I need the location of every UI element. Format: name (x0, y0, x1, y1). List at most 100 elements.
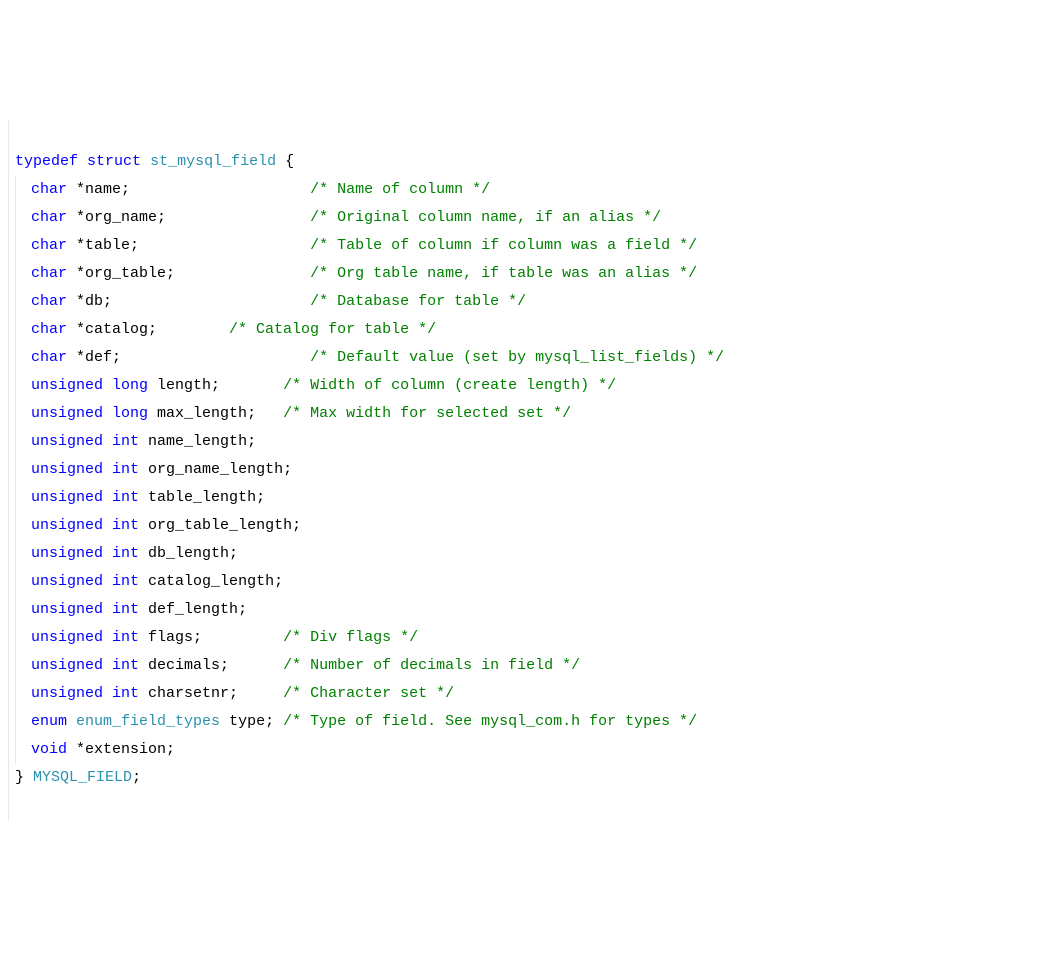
keyword: char (31, 349, 67, 366)
brace-open: { (276, 153, 294, 170)
identifier: org_name_length; (139, 461, 292, 478)
code-line: char *org_table; /* Org table name, if t… (15, 260, 1034, 288)
keyword: int (112, 629, 139, 646)
identifier: *org_name; (67, 209, 166, 226)
brace-close: } (15, 769, 24, 786)
keyword: enum (31, 713, 67, 730)
keyword: char (31, 321, 67, 338)
code-line: char *db; /* Database for table */ (15, 288, 1034, 316)
struct-body: char *name; /* Name of column */char *or… (9, 176, 1034, 764)
comment: /* Width of column (create length) */ (283, 377, 616, 394)
padding (202, 629, 283, 646)
keyword: int (112, 657, 139, 674)
identifier: *extension; (67, 741, 175, 758)
keyword-struct: struct (87, 153, 141, 170)
keyword: unsigned (31, 657, 103, 674)
keyword: int (112, 433, 139, 450)
code-line: unsigned int charsetnr; /* Character set… (15, 680, 1034, 708)
keyword: unsigned (31, 405, 103, 422)
comment: /* Name of column */ (310, 181, 490, 198)
identifier: name_length; (139, 433, 256, 450)
identifier: org_table_length; (139, 517, 301, 534)
keyword: char (31, 181, 67, 198)
keyword: int (112, 573, 139, 590)
padding (112, 293, 310, 310)
identifier: *catalog; (67, 321, 157, 338)
identifier: def_length; (139, 601, 247, 618)
comment: /* Character set */ (283, 685, 454, 702)
type-name: st_mysql_field (150, 153, 276, 170)
padding (229, 657, 283, 674)
identifier: *name; (67, 181, 130, 198)
code-block: typedef struct st_mysql_field {char *nam… (8, 120, 1034, 820)
identifier: catalog_length; (139, 573, 283, 590)
keyword: unsigned (31, 377, 103, 394)
keyword: unsigned (31, 629, 103, 646)
keyword: char (31, 265, 67, 282)
code-line: unsigned long max_length; /* Max width f… (15, 400, 1034, 428)
keyword: char (31, 237, 67, 254)
comment: /* Table of column if column was a field… (310, 237, 697, 254)
identifier: table_length; (139, 489, 265, 506)
code-line: char *catalog; /* Catalog for table */ (15, 316, 1034, 344)
comment: /* Default value (set by mysql_list_fiel… (310, 349, 724, 366)
code-line: char *table; /* Table of column if colum… (15, 232, 1034, 260)
code-line: unsigned int decimals; /* Number of deci… (15, 652, 1034, 680)
comment: /* Database for table */ (310, 293, 526, 310)
identifier: max_length; (148, 405, 256, 422)
comment: /* Org table name, if table was an alias… (310, 265, 697, 282)
keyword: unsigned (31, 545, 103, 562)
comment: /* Type of field. See mysql_com.h for ty… (283, 713, 697, 730)
keyword: long (112, 377, 148, 394)
identifier: type; (220, 713, 274, 730)
code-line: enum enum_field_types type; /* Type of f… (15, 708, 1034, 736)
keyword: unsigned (31, 685, 103, 702)
keyword: unsigned (31, 573, 103, 590)
identifier: length; (148, 377, 220, 394)
code-line: unsigned int db_length; (15, 540, 1034, 568)
identifier: *table; (67, 237, 139, 254)
identifier: *db; (67, 293, 112, 310)
padding (238, 685, 283, 702)
comment: /* Catalog for table */ (229, 321, 436, 338)
padding (139, 237, 310, 254)
keyword: unsigned (31, 489, 103, 506)
identifier: db_length; (139, 545, 238, 562)
keyword: unsigned (31, 433, 103, 450)
code-line: unsigned int org_table_length; (15, 512, 1034, 540)
padding (274, 713, 283, 730)
padding (220, 377, 283, 394)
code-line: unsigned int catalog_length; (15, 568, 1034, 596)
code-line: char *org_name; /* Original column name,… (15, 204, 1034, 232)
keyword: char (31, 209, 67, 226)
identifier: decimals; (139, 657, 229, 674)
keyword: int (112, 461, 139, 478)
code-line: unsigned int def_length; (15, 596, 1034, 624)
keyword: char (31, 293, 67, 310)
padding (256, 405, 283, 422)
identifier: flags; (139, 629, 202, 646)
code-line-close: } MYSQL_FIELD; (9, 764, 1034, 792)
padding (175, 265, 310, 282)
identifier: charsetnr; (139, 685, 238, 702)
code-line: unsigned long length; /* Width of column… (15, 372, 1034, 400)
code-line: char *name; /* Name of column */ (15, 176, 1034, 204)
code-line: unsigned int table_length; (15, 484, 1034, 512)
keyword: unsigned (31, 461, 103, 478)
comment: /* Max width for selected set */ (283, 405, 571, 422)
type-name: enum_field_types (76, 713, 220, 730)
code-line: unsigned int name_length; (15, 428, 1034, 456)
code-line: void *extension; (15, 736, 1034, 764)
keyword: int (112, 489, 139, 506)
keyword: long (112, 405, 148, 422)
keyword: void (31, 741, 67, 758)
identifier: *org_table; (67, 265, 175, 282)
type-alias: MYSQL_FIELD (33, 769, 132, 786)
keyword: unsigned (31, 517, 103, 534)
code-line: typedef struct st_mysql_field { (9, 148, 1034, 176)
padding (121, 349, 310, 366)
keyword: int (112, 685, 139, 702)
identifier: *def; (67, 349, 121, 366)
padding (130, 181, 310, 198)
keyword-typedef: typedef (15, 153, 78, 170)
